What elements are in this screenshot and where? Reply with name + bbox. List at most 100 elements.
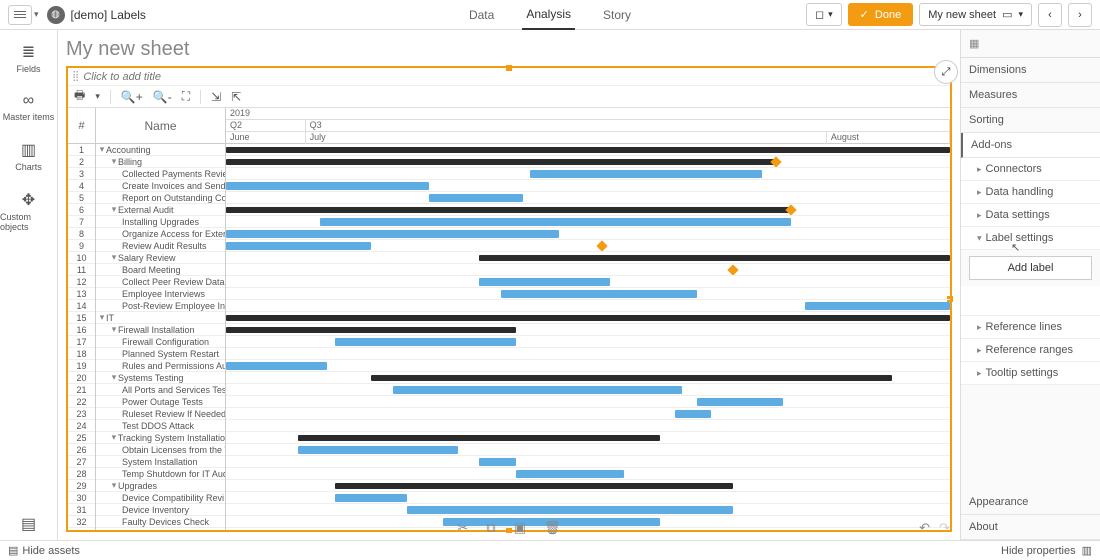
row-name[interactable]: Board Meeting (96, 264, 225, 276)
cut-button[interactable]: ✂ (457, 520, 468, 536)
expand-caret-icon[interactable]: ▾ (110, 156, 118, 167)
row-name[interactable]: Temp Shutdown for IT Aud (96, 468, 225, 480)
timeline-row[interactable] (226, 264, 950, 276)
next-sheet-button[interactable]: › (1068, 3, 1092, 27)
timeline-row[interactable] (226, 144, 950, 156)
gantt-timeline[interactable]: 2019 Q2 Q3 June July August (226, 108, 950, 530)
row-name[interactable]: Device Compatibility Revi (96, 492, 225, 504)
sub-reference-lines[interactable]: ▸Reference lines (961, 316, 1100, 339)
menu-button[interactable] (8, 5, 32, 25)
row-name[interactable]: Test DDOS Attack (96, 420, 225, 432)
expand-all-button[interactable]: ⇲ (211, 90, 221, 104)
section-sorting[interactable]: Sorting (961, 108, 1100, 133)
summary-bar[interactable] (226, 327, 516, 333)
zoom-out-button[interactable]: 🔍- (153, 90, 172, 104)
timeline-row[interactable] (226, 312, 950, 324)
expand-caret-icon[interactable]: ▾ (110, 432, 118, 443)
row-name[interactable]: ▾Upgrades (96, 480, 225, 492)
summary-bar[interactable] (479, 255, 950, 261)
row-name[interactable]: ▾Firewall Installation (96, 324, 225, 336)
visualization[interactable]: ⤢ ⣿ 🖶 ▾ 🔍+ 🔍- ⛶ ⇲ ⇱ # 123456789101112131… (66, 66, 952, 532)
asset-master-items[interactable]: ∞Master items (0, 88, 57, 126)
sheet-title[interactable]: My new sheet (66, 38, 952, 62)
expand-caret-icon[interactable]: ▾ (110, 372, 118, 383)
prev-sheet-button[interactable]: ‹ (1038, 3, 1062, 27)
row-name[interactable]: All Ports and Services Test (96, 384, 225, 396)
collapse-all-button[interactable]: ⇱ (231, 90, 241, 104)
row-name[interactable]: Rules and Permissions Au (96, 360, 225, 372)
timeline-row[interactable] (226, 336, 950, 348)
menu-caret-icon[interactable]: ▾ (34, 9, 39, 20)
row-name[interactable]: System Installation (96, 456, 225, 468)
row-name[interactable]: Device Inventory (96, 504, 225, 516)
asset-fields[interactable]: ≣Fields (0, 38, 57, 78)
timeline-row[interactable] (226, 468, 950, 480)
task-bar[interactable] (429, 194, 523, 202)
row-name[interactable]: Review Audit Results (96, 240, 225, 252)
sub-reference-ranges[interactable]: ▸Reference ranges (961, 339, 1100, 362)
row-name[interactable]: ▾External Audit (96, 204, 225, 216)
timeline-row[interactable] (226, 324, 950, 336)
timeline-row[interactable] (226, 192, 950, 204)
row-name[interactable]: Installing Upgrades (96, 216, 225, 228)
expand-caret-icon[interactable]: ▾ (110, 480, 118, 491)
summary-bar[interactable] (335, 483, 733, 489)
row-name[interactable]: ▾Salary Review (96, 252, 225, 264)
sub-data-handling[interactable]: ▸Data handling (961, 181, 1100, 204)
task-bar[interactable] (501, 290, 696, 298)
timeline-row[interactable] (226, 180, 950, 192)
row-name[interactable]: Collect Peer Review Data (96, 276, 225, 288)
done-button[interactable]: ✓Done (848, 3, 914, 26)
row-name[interactable]: Planned System Restart (96, 348, 225, 360)
tab-analysis[interactable]: Analysis (522, 0, 575, 30)
asset-charts[interactable]: ▥Charts (0, 136, 57, 176)
resize-handle-top[interactable] (506, 65, 512, 71)
task-bar[interactable] (530, 170, 762, 178)
fit-button[interactable]: ⛶ (182, 89, 190, 104)
row-name[interactable]: Create Invoices and Send t (96, 180, 225, 192)
summary-bar[interactable] (298, 435, 660, 441)
section-measures[interactable]: Measures (961, 83, 1100, 108)
task-bar[interactable] (393, 386, 683, 394)
task-bar[interactable] (675, 410, 711, 418)
task-bar[interactable] (407, 506, 733, 514)
row-name[interactable]: Report on Outstanding Co (96, 192, 225, 204)
timeline-row[interactable] (226, 300, 950, 312)
redo-button[interactable]: ↷ (939, 520, 950, 536)
task-bar[interactable] (226, 362, 327, 370)
timeline-row[interactable] (226, 360, 950, 372)
timeline-row[interactable] (226, 432, 950, 444)
add-label-button[interactable]: Add label (969, 256, 1092, 280)
paste-button[interactable]: ▣ (514, 520, 526, 536)
milestone-diamond[interactable] (727, 264, 738, 275)
task-bar[interactable] (335, 494, 407, 502)
zoom-in-button[interactable]: 🔍+ (121, 90, 143, 104)
task-bar[interactable] (697, 398, 784, 406)
row-name[interactable]: Collected Payments Revie (96, 168, 225, 180)
expand-button[interactable]: ⤢ (934, 60, 958, 84)
hide-assets-icon[interactable]: ▤ (8, 544, 18, 557)
summary-bar[interactable] (371, 375, 892, 381)
timeline-row[interactable] (226, 420, 950, 432)
tab-data[interactable]: Data (465, 0, 498, 30)
task-bar[interactable] (516, 470, 625, 478)
copy-button[interactable]: ⧉ (486, 520, 495, 536)
timeline-row[interactable] (226, 396, 950, 408)
timeline-row[interactable] (226, 228, 950, 240)
summary-bar[interactable] (226, 315, 950, 321)
row-name[interactable]: ▾Tracking System Installatio (96, 432, 225, 444)
task-bar[interactable] (479, 278, 609, 286)
timeline-row[interactable] (226, 276, 950, 288)
timeline-row[interactable] (226, 288, 950, 300)
sub-connectors[interactable]: ▸Connectors (961, 158, 1100, 181)
tab-story[interactable]: Story (599, 0, 635, 30)
section-dimensions[interactable]: Dimensions (961, 58, 1100, 83)
expand-caret-icon[interactable]: ▾ (98, 144, 106, 155)
task-bar[interactable] (335, 338, 516, 346)
viz-title-input[interactable] (83, 71, 283, 83)
task-bar[interactable] (479, 458, 515, 466)
summary-bar[interactable] (226, 159, 776, 165)
grip-icon[interactable]: ⣿ (72, 71, 79, 82)
task-bar[interactable] (226, 230, 559, 238)
timeline-row[interactable] (226, 372, 950, 384)
